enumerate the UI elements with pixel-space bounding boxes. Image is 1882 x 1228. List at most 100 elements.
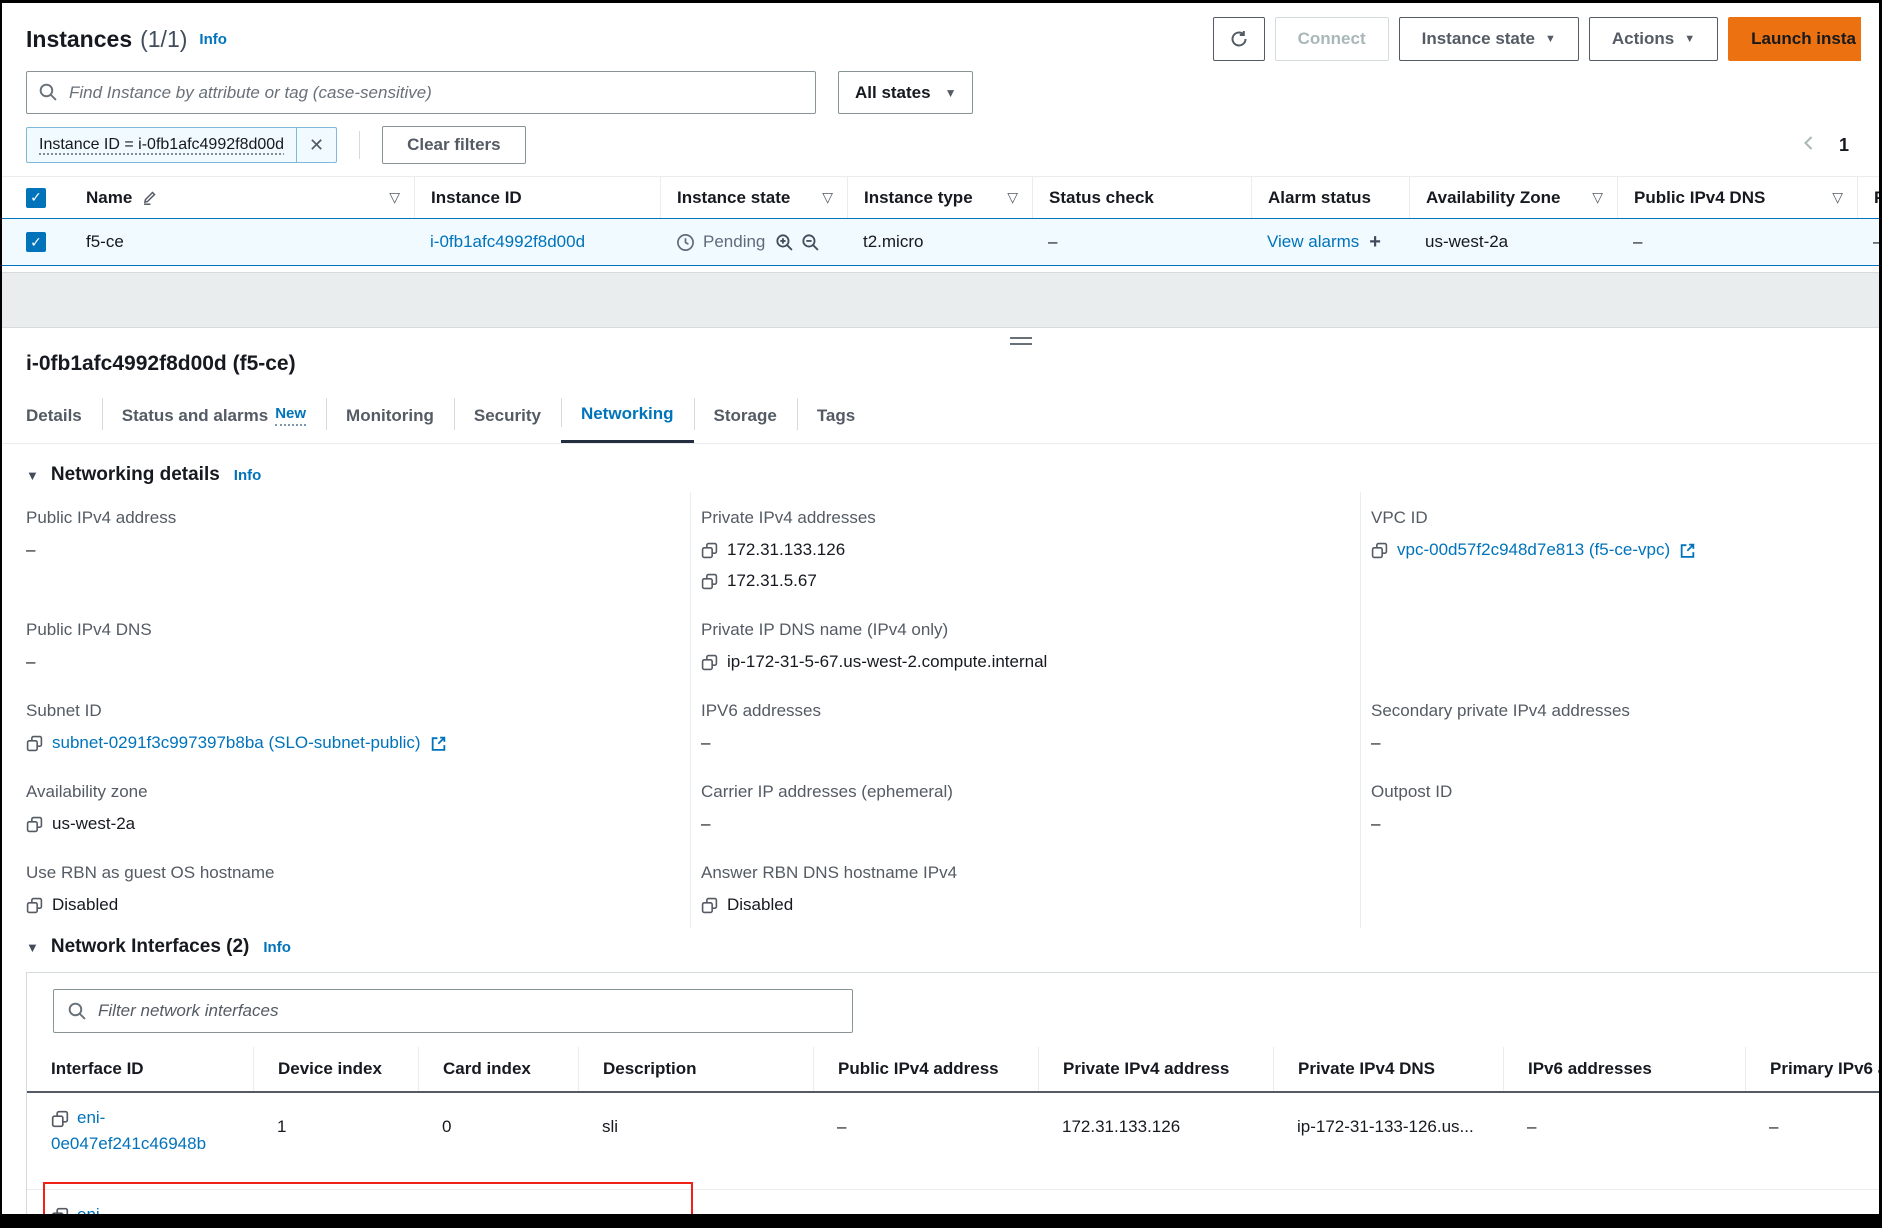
status-check-value: – — [1032, 219, 1251, 265]
table-row: eni-0e047ef241c46948b 1 0 sli – 172.31.1… — [27, 1093, 1879, 1189]
col-status-check[interactable]: Status check — [1032, 177, 1251, 218]
col-cut-off[interactable]: P — [1857, 177, 1879, 218]
col-description[interactable]: Description — [578, 1047, 813, 1091]
field-label: Answer RBN DNS hostname IPv4 — [701, 863, 1340, 883]
private-ipv4-2: 172.31.5.67 — [727, 571, 817, 591]
field-label: Secondary private IPv4 addresses — [1371, 701, 1859, 721]
refresh-icon — [1230, 30, 1248, 48]
instance-search — [26, 71, 816, 114]
copy-icon[interactable] — [26, 897, 43, 914]
tab-details[interactable]: Details — [2, 388, 102, 443]
refresh-button[interactable] — [1213, 17, 1265, 61]
col-alarm-status[interactable]: Alarm status — [1251, 177, 1409, 218]
copy-icon[interactable] — [701, 654, 718, 671]
col-card-index[interactable]: Card index — [418, 1047, 578, 1091]
private-ipv4-value: 172.31.133.126 — [1038, 1101, 1273, 1137]
launch-instances-button[interactable]: Launch insta — [1728, 17, 1861, 61]
col-instance-type[interactable]: Instance type — [864, 188, 973, 208]
col-public-ipv4[interactable]: Public IPv4 address — [813, 1047, 1038, 1091]
device-index-value: 1 — [253, 1101, 418, 1137]
col-name[interactable]: Name — [86, 188, 132, 208]
filter-icon[interactable]: ▽ — [1592, 189, 1603, 206]
external-link-icon[interactable] — [1679, 542, 1696, 559]
copy-icon[interactable] — [26, 735, 43, 752]
resize-handle[interactable] — [1010, 337, 1032, 345]
filter-chip-label: Instance ID = i-0fb1afc4992f8d00d — [27, 136, 296, 154]
col-device-index[interactable]: Device index — [253, 1047, 418, 1091]
actions-label: Actions — [1612, 29, 1674, 49]
col-instance-state[interactable]: Instance state — [677, 188, 790, 208]
collapse-triangle-icon[interactable]: ▼ — [26, 468, 39, 483]
edit-name-icon[interactable] — [142, 189, 159, 206]
clear-filters-button[interactable]: Clear filters — [382, 126, 526, 164]
col-primary-ipv6[interactable]: Primary IPv6 add — [1745, 1047, 1879, 1091]
copy-icon[interactable] — [1371, 542, 1388, 559]
networking-info-link[interactable]: Info — [234, 467, 262, 484]
collapse-triangle-icon[interactable]: ▼ — [26, 940, 39, 955]
col-interface-id[interactable]: Interface ID — [27, 1047, 253, 1091]
vpc-id-link[interactable]: vpc-00d57f2c948d7e813 (f5-ce-vpc) — [1397, 540, 1670, 560]
private-dns-value: ip-172-31-5-67.us-we... — [1273, 1198, 1503, 1214]
instances-info-link[interactable]: Info — [199, 31, 227, 48]
copy-icon[interactable] — [701, 573, 718, 590]
interfaces-info-link[interactable]: Info — [263, 939, 291, 956]
filter-icon[interactable]: ▽ — [1007, 189, 1018, 206]
panel-split-bar[interactable] — [2, 272, 1879, 328]
actions-dropdown[interactable]: Actions▼ — [1589, 17, 1718, 61]
tab-tags[interactable]: Tags — [797, 388, 875, 443]
cut-off-value: – — [1857, 219, 1879, 265]
interface-filter-input[interactable] — [53, 989, 853, 1033]
copy-icon[interactable] — [26, 816, 43, 833]
tab-monitoring[interactable]: Monitoring — [326, 388, 454, 443]
copy-icon[interactable] — [51, 1207, 69, 1214]
tab-status-and-alarms[interactable]: Status and alarmsNew — [102, 388, 326, 443]
interface-id-link[interactable]: eni-078ac2579c0ca77dd — [51, 1205, 209, 1214]
col-instance-id[interactable]: Instance ID — [414, 177, 660, 218]
row-checkbox[interactable]: ✓ — [26, 232, 46, 252]
copy-icon[interactable] — [701, 542, 718, 559]
previous-page-icon[interactable] — [1802, 135, 1815, 156]
az-value: us-west-2a — [52, 814, 135, 834]
add-alarm-icon[interactable]: + — [1369, 231, 1381, 254]
view-alarms-link[interactable]: View alarms — [1267, 232, 1359, 252]
field-value: – — [701, 733, 710, 753]
page-number[interactable]: 1 — [1839, 135, 1849, 156]
external-link-icon[interactable] — [430, 735, 447, 752]
instance-id-link[interactable]: i-0fb1afc4992f8d00d — [430, 232, 585, 252]
instances-table-header: ✓ Name ▽ Instance ID Instance state ▽ Ins… — [2, 176, 1879, 218]
col-private-ipv4-dns[interactable]: Private IPv4 DNS — [1273, 1047, 1503, 1091]
col-private-ipv4[interactable]: Private IPv4 address — [1038, 1047, 1273, 1091]
filter-icon[interactable]: ▽ — [389, 189, 400, 206]
tab-storage[interactable]: Storage — [694, 388, 797, 443]
ipv6-value: – — [1503, 1198, 1745, 1214]
network-interfaces-header: ▼ Network Interfaces (2) Info — [26, 936, 1879, 958]
instance-state-dropdown[interactable]: Instance state▼ — [1399, 17, 1579, 61]
zoom-out-icon[interactable] — [801, 233, 819, 251]
remove-filter-button[interactable]: ✕ — [296, 128, 336, 162]
copy-icon[interactable] — [51, 1110, 69, 1128]
field-value: – — [26, 540, 35, 560]
filter-icon[interactable]: ▽ — [822, 189, 833, 206]
col-public-ipv4-dns[interactable]: Public IPv4 DNS — [1634, 188, 1765, 208]
interface-id-link[interactable]: eni-0e047ef241c46948b — [51, 1108, 206, 1153]
instance-type-value: t2.micro — [847, 219, 1032, 265]
primary-ipv6-value: – — [1745, 1101, 1879, 1137]
copy-icon[interactable] — [701, 897, 718, 914]
filter-icon[interactable]: ▽ — [1832, 189, 1843, 206]
interfaces-table-body: eni-0e047ef241c46948b 1 0 sli – 172.31.1… — [27, 1093, 1879, 1214]
select-all-checkbox[interactable]: ✓ — [26, 188, 46, 208]
search-input[interactable] — [26, 71, 816, 114]
tab-networking[interactable]: Networking — [561, 388, 694, 443]
private-ipv4-value: 172.31.5.67 — [1038, 1198, 1273, 1214]
tab-security[interactable]: Security — [454, 388, 561, 443]
col-ipv6-addresses[interactable]: IPv6 addresses — [1503, 1047, 1745, 1091]
connect-button[interactable]: Connect — [1275, 17, 1389, 61]
subnet-id-link[interactable]: subnet-0291f3c997397b8ba (SLO-subnet-pub… — [52, 733, 421, 753]
col-availability-zone[interactable]: Availability Zone — [1426, 188, 1560, 208]
table-row[interactable]: ✓ f5-ce i-0fb1afc4992f8d00d Pending t2.m… — [2, 218, 1879, 266]
zoom-in-icon[interactable] — [775, 233, 793, 251]
pending-clock-icon — [676, 233, 695, 252]
detail-tabs: Details Status and alarmsNew Monitoring … — [2, 388, 1879, 444]
field-label: Subnet ID — [26, 701, 670, 721]
state-filter-dropdown[interactable]: All states ▼ — [838, 71, 973, 114]
